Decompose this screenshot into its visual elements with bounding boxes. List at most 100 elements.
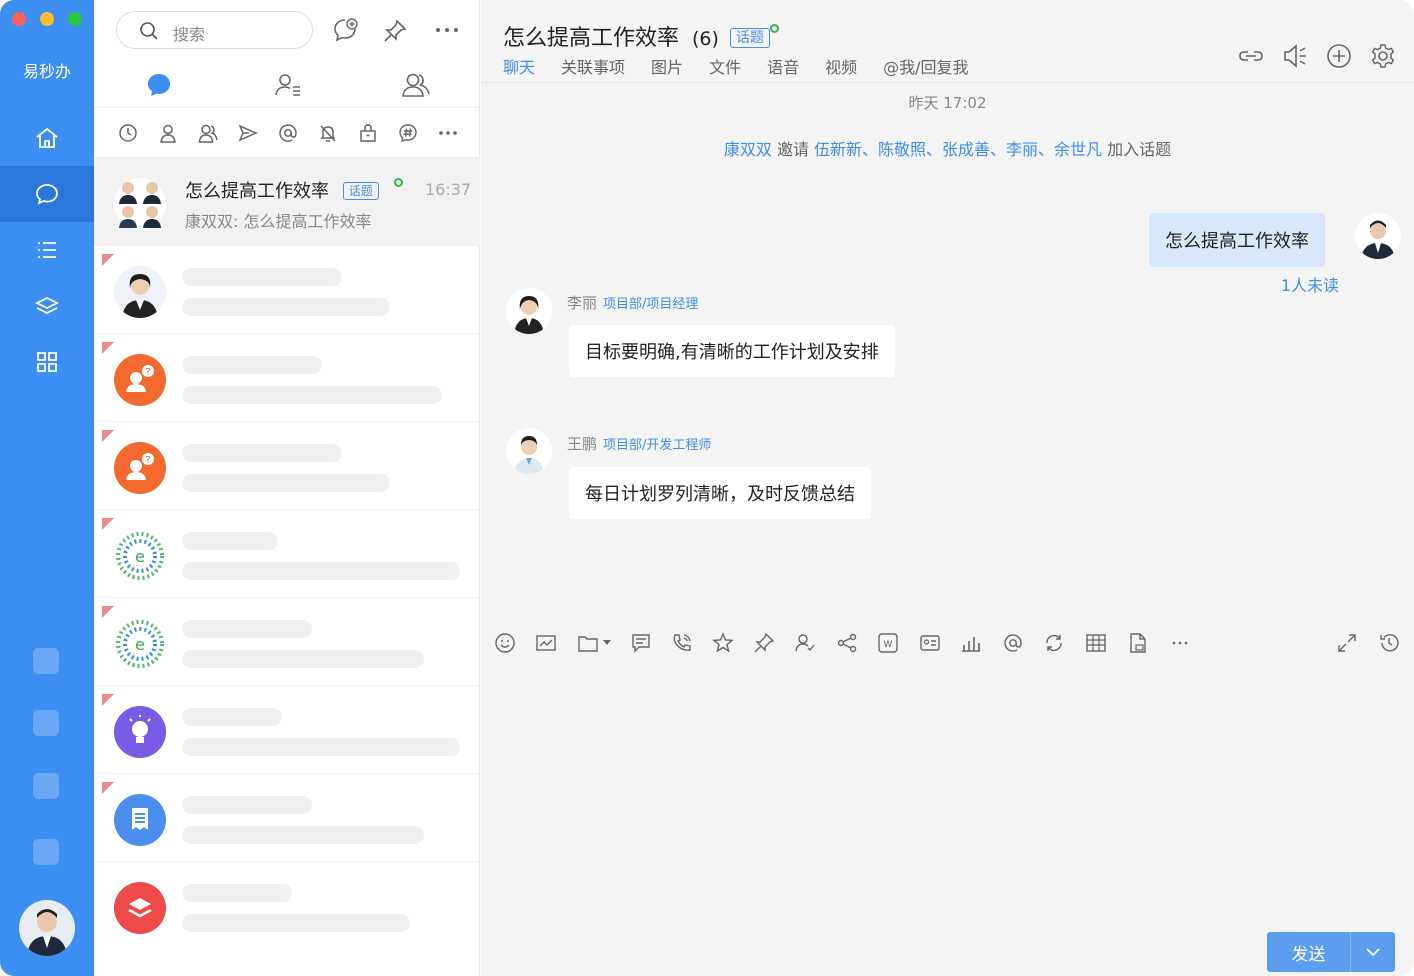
topic-tag: 话题 [342, 182, 379, 200]
tab-chat[interactable]: 聊天 [503, 54, 535, 78]
comment-icon[interactable] [630, 632, 652, 654]
emoji-icon[interactable] [494, 632, 516, 654]
zoom-window-button[interactable] [68, 12, 82, 26]
conversation-item[interactable]: ? [94, 334, 480, 422]
folder-dropdown-icon[interactable] [577, 632, 615, 654]
sender-department[interactable]: 项目部/项目经理 [603, 297, 698, 312]
flag-marker [102, 694, 114, 706]
send-options-button[interactable] [1351, 932, 1395, 972]
group-chat-icon[interactable] [198, 123, 218, 143]
speaker-icon[interactable] [1282, 43, 1308, 69]
composer-toolbar: W [481, 620, 1414, 666]
unread-status[interactable]: 1人未读 [1261, 272, 1339, 296]
tab-groups-icon[interactable] [401, 72, 431, 98]
star-icon[interactable] [712, 632, 734, 654]
app-slot[interactable] [33, 648, 59, 674]
mute-icon[interactable] [318, 123, 338, 143]
app-slot[interactable] [33, 773, 59, 799]
link-icon[interactable] [1238, 43, 1264, 69]
tab-related-items[interactable]: 关联事项 [561, 54, 625, 78]
tab-mentions[interactable]: @我/回复我 [883, 54, 968, 78]
app-slot[interactable] [33, 710, 59, 736]
sidebar-item-list[interactable] [0, 222, 94, 278]
list-tabs [94, 60, 480, 108]
tab-files[interactable]: 文件 [709, 54, 741, 78]
pin-icon[interactable] [382, 18, 408, 44]
skeleton-line [182, 386, 442, 404]
single-chat-icon[interactable] [158, 123, 178, 143]
conversation-item[interactable] [94, 862, 480, 950]
flag-marker [102, 342, 114, 354]
sidebar-item-layers[interactable] [0, 278, 94, 334]
app-slot[interactable] [33, 839, 59, 865]
sync-icon[interactable] [1043, 632, 1065, 654]
my-avatar[interactable] [19, 900, 75, 956]
tab-messages-icon[interactable] [146, 72, 172, 98]
conversation-item-selected[interactable]: 怎么提高工作效率 话题 16:37 康双双: 怎么提高工作效率 [94, 158, 480, 246]
more-tools-icon[interactable] [1169, 632, 1191, 654]
topic-icon[interactable] [398, 123, 418, 143]
send-filter-icon[interactable] [238, 123, 258, 143]
tab-voice[interactable]: 语音 [767, 54, 799, 78]
conversation-title: 怎么提高工作效率 [185, 181, 329, 202]
phone-icon[interactable] [671, 632, 693, 654]
conversation-item[interactable] [94, 246, 480, 334]
screenshot-icon[interactable] [535, 632, 557, 654]
new-chat-icon[interactable] [332, 16, 360, 44]
my-message-avatar[interactable] [1355, 213, 1401, 259]
person-avatar [114, 266, 166, 318]
conversation-item[interactable] [94, 774, 480, 862]
invitees-link[interactable]: 伍新新、陈敬照、张成善、李丽、余世凡 [814, 140, 1102, 159]
message-bubble[interactable]: 目标要明确,有清晰的工作计划及安排 [569, 325, 895, 377]
search-input[interactable]: 搜索 [116, 11, 313, 49]
message-input-area[interactable] [481, 666, 1414, 976]
add-circle-icon[interactable] [1326, 43, 1352, 69]
sender-avatar-lili[interactable] [506, 288, 552, 334]
app-window: 易秒办 搜索 怎么提高工作效率 话题 16:37 康双双: 怎么提高工作效率 ?… [0, 0, 1414, 976]
conversation-preview: 康双双: 怎么提高工作效率 [185, 212, 372, 231]
home-icon [36, 127, 58, 148]
tab-images[interactable]: 图片 [651, 54, 683, 78]
at-icon[interactable] [278, 123, 298, 143]
conversation-item[interactable] [94, 686, 480, 774]
lock-bag-icon[interactable] [358, 123, 378, 143]
tab-video[interactable]: 视频 [825, 54, 857, 78]
tab-contacts-icon[interactable] [274, 72, 302, 98]
skeleton-line [182, 884, 292, 902]
more-filters-icon[interactable] [438, 126, 458, 140]
recent-icon[interactable] [118, 123, 138, 143]
minimize-window-button[interactable] [40, 12, 54, 26]
word-doc-icon[interactable]: W [877, 632, 899, 654]
my-message-bubble[interactable]: 怎么提高工作效率 [1149, 213, 1325, 267]
send-button[interactable]: 发送 [1267, 932, 1351, 972]
conversation-item[interactable]: ? [94, 422, 480, 510]
settings-gear-icon[interactable] [1370, 43, 1396, 69]
svg-text:e: e [135, 547, 145, 566]
skeleton-line [182, 914, 410, 932]
sender-avatar-wangpeng[interactable] [506, 428, 552, 474]
contact-card-icon[interactable] [919, 632, 941, 654]
file-lock-icon[interactable] [1127, 632, 1149, 654]
table-icon[interactable] [1085, 632, 1107, 654]
close-window-button[interactable] [12, 12, 26, 26]
history-icon[interactable] [1378, 632, 1400, 654]
pin-message-icon[interactable] [753, 632, 775, 654]
expand-icon[interactable] [1336, 632, 1358, 654]
svg-text:e: e [135, 635, 145, 654]
sidebar-item-home[interactable] [0, 110, 94, 166]
message-bubble[interactable]: 每日计划罗列清晰，及时反馈总结 [569, 467, 871, 519]
sender-department[interactable]: 项目部/开发工程师 [603, 438, 711, 453]
more-icon[interactable] [434, 22, 460, 38]
online-dot [770, 24, 779, 33]
skeleton-line [182, 708, 282, 726]
share-icon[interactable] [836, 632, 858, 654]
inviter-link[interactable]: 康双双 [724, 140, 772, 159]
sidebar-item-apps[interactable] [0, 334, 94, 390]
sidebar-item-chat[interactable] [0, 166, 94, 222]
assign-person-icon[interactable] [794, 632, 816, 654]
bar-chart-icon[interactable] [960, 632, 982, 654]
search-placeholder: 搜索 [173, 25, 206, 44]
conversation-item[interactable]: e [94, 598, 480, 686]
mention-icon[interactable] [1002, 632, 1024, 654]
conversation-item[interactable]: e [94, 510, 480, 598]
